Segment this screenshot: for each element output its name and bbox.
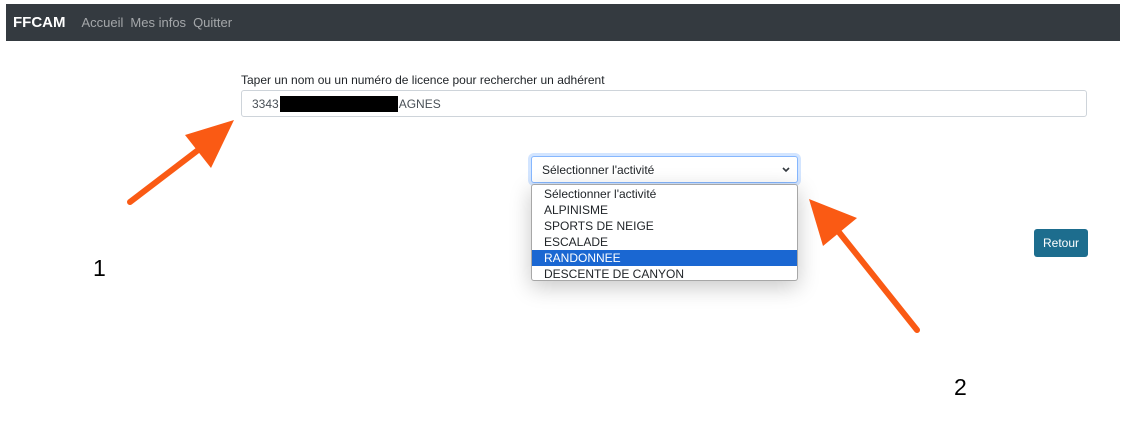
annotation-arrow-2 — [809, 199, 920, 333]
annotation-arrow-1 — [127, 120, 234, 205]
annotation-label-2: 2 — [954, 374, 967, 400]
annotation-label-1: 1 — [93, 255, 106, 281]
